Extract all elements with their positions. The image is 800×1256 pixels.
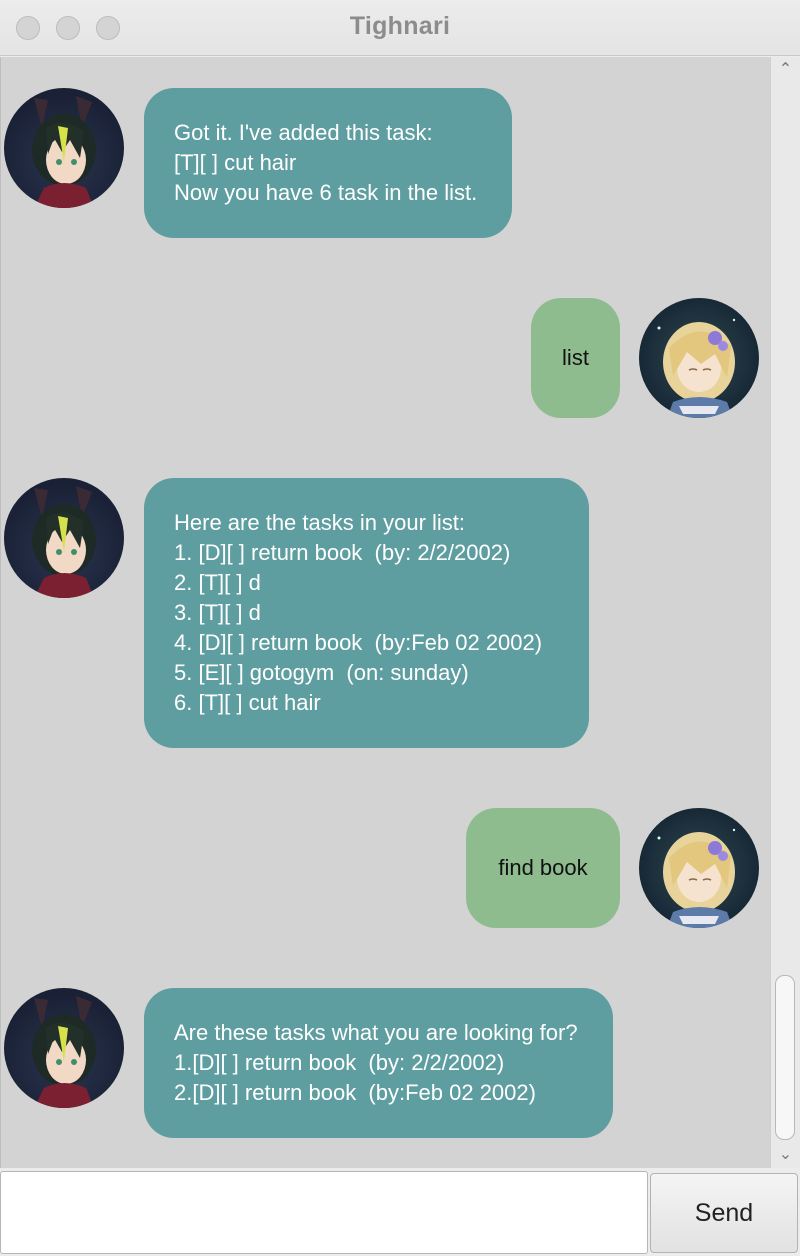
send-button[interactable]: Send	[650, 1173, 798, 1253]
scroll-thumb[interactable]	[775, 975, 795, 1140]
message-line: Got it. I've added this task:	[174, 120, 433, 145]
message-input[interactable]	[0, 1171, 648, 1254]
chevron-up-icon[interactable]: ⌃	[771, 60, 800, 80]
message-line: Are these tasks what you are looking for…	[174, 1020, 578, 1045]
message-line: 1.[D][ ] return book (by: 2/2/2002)	[174, 1050, 505, 1075]
message-line: 5. [E][ ] gotogym (on: sunday)	[174, 660, 469, 685]
user-avatar-icon	[639, 298, 759, 418]
message-line: 4. [D][ ] return book (by:Feb 02 2002)	[174, 630, 543, 655]
message-line: Now you have 6 task in the list.	[174, 180, 478, 205]
message-line: [T][ ] cut hair	[174, 150, 297, 175]
bot-avatar-icon	[4, 88, 124, 208]
bot-message-bubble: Here are the tasks in your list: 1. [D][…	[144, 478, 589, 748]
message-text: find book	[498, 855, 588, 880]
message-line: Here are the tasks in your list:	[174, 510, 466, 535]
message-line: 6. [T][ ] cut hair	[174, 690, 321, 715]
bot-avatar-icon	[4, 478, 124, 598]
message-line: 2.[D][ ] return book (by:Feb 02 2002)	[174, 1080, 536, 1105]
user-message-bubble: find book	[466, 808, 620, 928]
message-line: 3. [T][ ] d	[174, 600, 261, 625]
message-line: 2. [T][ ] d	[174, 570, 261, 595]
window-title: Tighnari	[349, 12, 451, 40]
vertical-scrollbar[interactable]: ⌃ ⌄	[770, 57, 800, 1168]
user-message-bubble: list	[531, 298, 620, 418]
bot-message-bubble: Are these tasks what you are looking for…	[144, 988, 613, 1138]
user-avatar-icon	[639, 808, 759, 928]
bot-message-bubble: Got it. I've added this task: [T][ ] cut…	[144, 88, 512, 238]
chevron-down-icon[interactable]: ⌄	[771, 1145, 800, 1165]
message-line: 1. [D][ ] return book (by: 2/2/2002)	[174, 540, 511, 565]
message-text: list	[562, 345, 589, 370]
title-bar: Tighnari	[0, 0, 800, 56]
bot-avatar-icon	[4, 988, 124, 1108]
dialog-container[interactable]: Got it. I've added this task: [T][ ] cut…	[0, 57, 770, 1168]
